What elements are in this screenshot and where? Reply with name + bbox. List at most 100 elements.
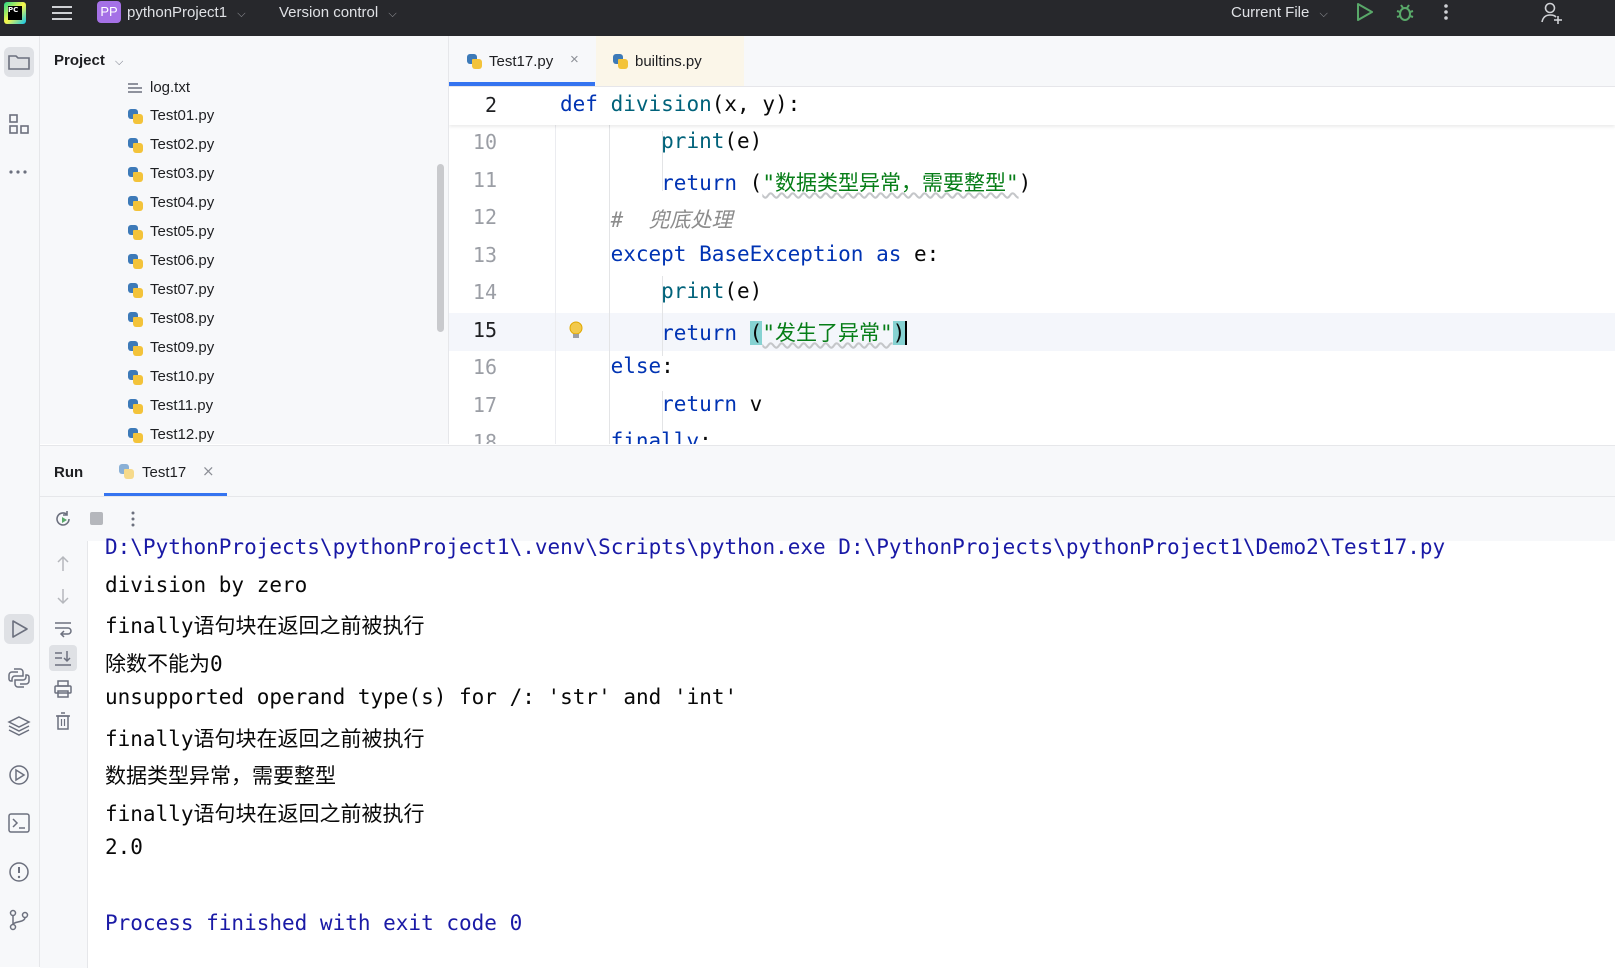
terminal-icon: [8, 813, 30, 833]
chevron-down-icon: ⌵: [237, 8, 246, 20]
code-function-name: division: [610, 92, 712, 116]
run-side-toolbar: [40, 541, 88, 968]
problems-icon: [9, 862, 29, 882]
soft-wrap-icon[interactable]: [53, 618, 73, 638]
run-tool-button[interactable]: [4, 614, 34, 644]
more-vertical-icon[interactable]: [1440, 2, 1452, 22]
text-file-icon: [128, 83, 142, 93]
project-scrollbar[interactable]: [437, 164, 444, 332]
code-line[interactable]: print(e): [560, 279, 762, 303]
python-file-icon: [613, 54, 628, 69]
code-text: :: [699, 429, 712, 444]
code-line[interactable]: except BaseException as e:: [560, 242, 940, 266]
line-number: 16: [472, 355, 497, 379]
code-line[interactable]: print(e): [560, 129, 762, 153]
code-line[interactable]: # 兜底处理: [560, 204, 733, 234]
code-comment: # 兜底处理: [610, 208, 733, 232]
code-keyword: return: [661, 171, 738, 195]
python-file-icon: [128, 283, 143, 298]
console-line: finally语句块在返回之前被执行: [105, 802, 425, 826]
line-number: 18: [472, 430, 497, 444]
code-text: ): [892, 321, 906, 345]
line-number: 2: [484, 93, 497, 117]
code-line[interactable]: finally:: [560, 429, 712, 444]
python-file-icon: [128, 370, 143, 385]
more-vertical-icon[interactable]: [129, 509, 137, 529]
code-keyword: else: [610, 354, 662, 378]
close-icon[interactable]: ×: [570, 36, 579, 86]
chevron-down-icon: ⌵: [388, 8, 397, 20]
run-tab-test17[interactable]: Test17 ×: [104, 446, 227, 496]
console-line: unsupported operand type(s) for /: 'str'…: [105, 685, 738, 709]
arrow-up-icon[interactable]: [53, 554, 73, 574]
project-panel-header[interactable]: Project ⌵: [54, 52, 123, 69]
project-selector[interactable]: pythonProject1 ⌵: [127, 0, 246, 36]
python-packages-button[interactable]: [4, 711, 34, 741]
console-line: D:\PythonProjects\pythonProject1\.venv\S…: [105, 535, 1446, 559]
run-tool-window: Run Test17 × D:\PythonProjects\pythonPro…: [40, 445, 1615, 968]
chevron-down-icon: ⌵: [115, 56, 124, 68]
code-line[interactable]: return ("数据类型异常，需要整型"): [560, 167, 1031, 197]
project-tool-button[interactable]: [4, 47, 34, 77]
problems-button[interactable]: [4, 857, 34, 887]
code-line[interactable]: return ("发生了异常"): [560, 317, 908, 347]
code-line[interactable]: else:: [560, 354, 674, 378]
python-file-icon: [128, 167, 143, 182]
line-number: 15: [472, 318, 497, 342]
arrow-down-icon[interactable]: [53, 586, 73, 606]
tree-item-label: Test12.py: [150, 426, 215, 443]
code-call: print: [661, 129, 725, 153]
tree-item-label: log.txt: [150, 79, 191, 96]
folder-icon: [8, 55, 30, 70]
trash-icon[interactable]: [53, 711, 73, 731]
python-file-icon: [128, 341, 143, 356]
close-icon[interactable]: ×: [202, 462, 215, 480]
run-tab-label: Test17: [142, 464, 187, 481]
scroll-to-end-button[interactable]: [49, 645, 77, 671]
code-text: (e): [724, 279, 763, 303]
run-outline-icon: [12, 620, 28, 638]
code-keyword: finally: [610, 429, 700, 444]
main-menu-icon[interactable]: [52, 3, 72, 21]
console-line: 2.0: [105, 835, 143, 859]
run-icon[interactable]: [1355, 3, 1373, 21]
project-badge[interactable]: PP: [97, 1, 121, 23]
code-line[interactable]: return v: [560, 392, 762, 416]
tab-builtins[interactable]: builtins.py: [596, 36, 744, 86]
python-console-button[interactable]: [4, 663, 34, 693]
terminal-button[interactable]: [4, 808, 34, 838]
print-icon[interactable]: [53, 679, 73, 699]
python-file-icon: [467, 54, 482, 69]
tree-item-label: Test10.py: [150, 368, 215, 385]
sticky-scroll-header[interactable]: 2 def division(x, y):: [449, 87, 1615, 125]
rerun-icon[interactable]: [53, 509, 73, 529]
git-button[interactable]: [4, 905, 34, 935]
code-editor[interactable]: Test17.py × builtins.py 10 print(e) 11 r…: [449, 36, 1615, 444]
python-file-icon: [119, 464, 134, 479]
project-name: pythonProject1: [127, 4, 228, 21]
console-line: finally语句块在返回之前被执行: [105, 727, 425, 751]
vcs-selector[interactable]: Version control ⌵: [279, 0, 397, 36]
pycharm-logo-icon[interactable]: PC: [4, 2, 26, 24]
stop-icon[interactable]: [90, 512, 103, 525]
add-user-icon[interactable]: [1540, 1, 1564, 25]
debug-icon[interactable]: [1395, 2, 1415, 22]
code-keyword: return: [661, 392, 738, 416]
tab-test17[interactable]: Test17.py ×: [449, 36, 595, 86]
more-tools-button[interactable]: [4, 157, 34, 187]
services-button[interactable]: [4, 760, 34, 790]
line-number: 14: [472, 280, 497, 304]
code-line: def division(x, y):: [560, 92, 800, 116]
python-file-icon: [128, 138, 143, 153]
vcs-label: Version control: [279, 4, 379, 21]
project-panel-title: Project: [54, 52, 105, 69]
python-file-icon: [128, 254, 143, 269]
structure-tool-button[interactable]: [4, 109, 34, 139]
tree-item-label: Test06.py: [150, 252, 215, 269]
code-text: ): [1018, 171, 1032, 195]
run-title: Run: [54, 464, 84, 481]
active-tab-indicator: [104, 493, 227, 496]
code-text: (: [737, 171, 763, 195]
run-config-selector[interactable]: Current File ⌵: [1231, 0, 1328, 36]
python-file-icon: [128, 428, 143, 443]
